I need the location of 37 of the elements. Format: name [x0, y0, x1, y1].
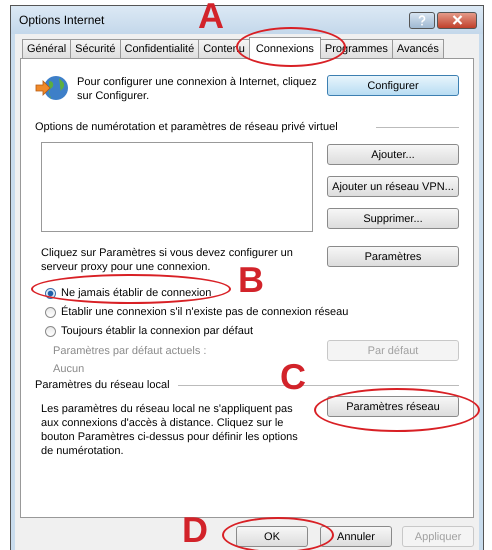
radio-button[interactable] [45, 306, 56, 318]
globe-arrow-icon [35, 73, 69, 103]
radio-label: Toujours établir la connexion par défaut [61, 325, 254, 337]
radio-option[interactable]: Établir une connexion s'il n'existe pas de connexion réseau [45, 306, 459, 318]
lan-description: Les paramètres du réseau local ne s'appliquent pas aux connexions d'accès à distance. Cliquez sur le bouton Paramètres ci-dessus pour définir les options de numérotation. [41, 402, 299, 458]
tab[interactable]: Sécurité [70, 39, 120, 58]
tab[interactable]: Avancés [392, 39, 444, 58]
tab[interactable]: Connexions [248, 37, 321, 59]
dialog-button[interactable]: Ajouter... [327, 144, 459, 165]
lan-settings-button[interactable]: Paramètres réseau [327, 396, 459, 417]
settings-button[interactable]: Paramètres [327, 246, 459, 267]
dialog-button[interactable]: Supprimer... [327, 208, 459, 229]
annotation-letter: D [182, 515, 208, 545]
close-icon [452, 15, 462, 25]
help-button[interactable] [409, 12, 435, 28]
dialog-button[interactable]: OK [236, 526, 308, 547]
connections-list[interactable] [41, 142, 313, 232]
radio-label: Établir une connexion s'il n'existe pas de connexion réseau [61, 306, 348, 318]
dialog-button[interactable]: Ajouter un réseau VPN... [327, 176, 459, 197]
close-button[interactable] [437, 12, 477, 28]
annotation-letter: A [198, 1, 224, 31]
help-icon [417, 14, 427, 26]
dialog-button[interactable]: Annuler [320, 526, 392, 547]
setup-description: Pour configurer une connexion à Internet, cliquez sur Configurer. [77, 75, 317, 103]
radio-button[interactable] [45, 326, 56, 336]
annotation-letter: C [280, 362, 306, 392]
radio-label: Ne jamais établir de connexion [61, 287, 212, 299]
section-heading: Options de numérotation et paramètres de réseau privé virtuel [35, 121, 338, 133]
tab[interactable]: Confidentialité [120, 39, 200, 58]
configure-button[interactable]: Configurer [327, 75, 459, 96]
radio-button[interactable] [45, 288, 56, 298]
section-heading: Paramètres du réseau local [35, 379, 170, 391]
default-label: Paramètres par défaut actuels : [53, 345, 206, 357]
window-title: Options Internet [19, 13, 104, 27]
default-value: Aucun [53, 363, 86, 375]
radio-option[interactable]: Toujours établir la connexion par défaut [45, 325, 459, 337]
tab[interactable]: Général [22, 39, 72, 58]
